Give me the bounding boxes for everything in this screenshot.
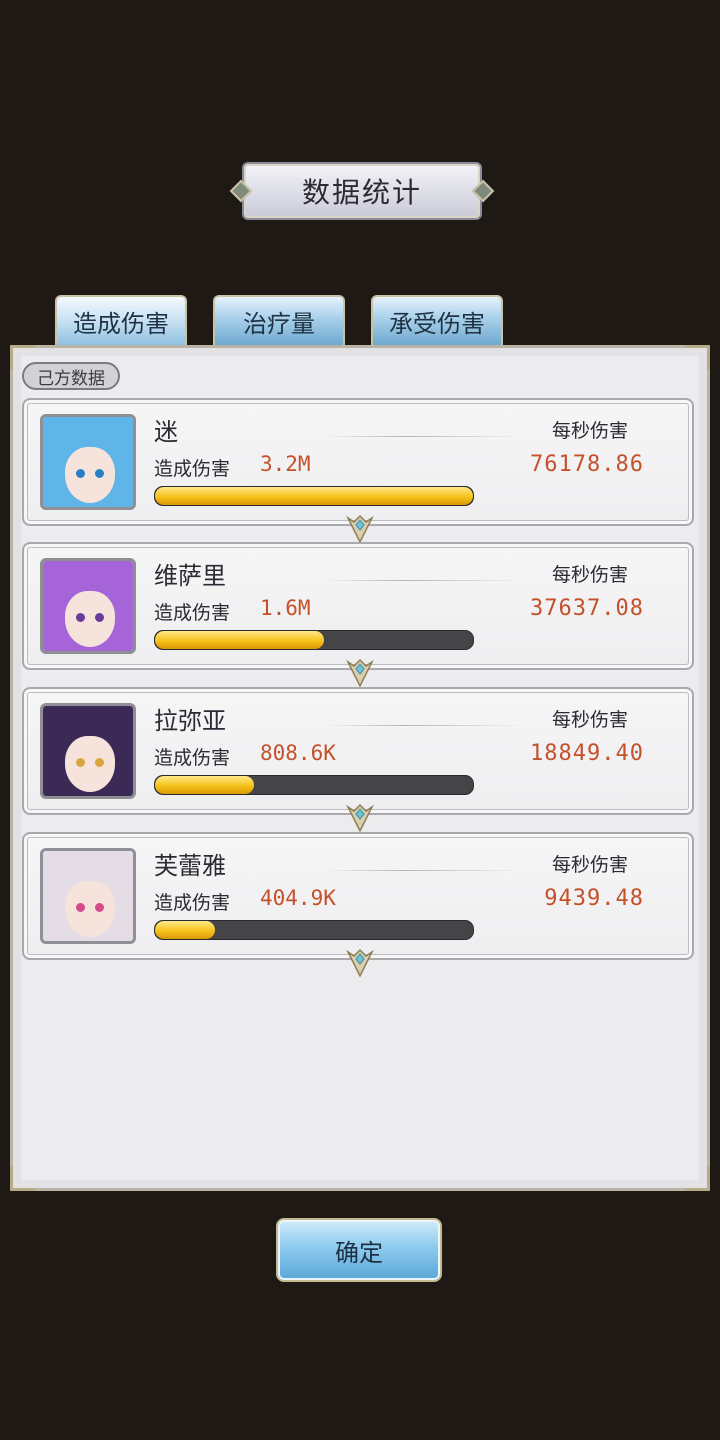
damage-progress-fill [155, 776, 254, 794]
damage-dealt-value: 1.6M [260, 596, 311, 620]
hero-portrait-face [65, 591, 115, 647]
hero-stat-card: 迷 造成伤害 3.2M 每秒伤害 76178.86 [22, 398, 694, 544]
hero-stat-card: 维萨里 造成伤害 1.6M 每秒伤害 37637.08 [22, 542, 694, 688]
hero-stat-card: 拉弥亚 造成伤害 808.6K 每秒伤害 18849.40 [22, 687, 694, 833]
hero-name: 拉弥亚 [154, 707, 226, 735]
dps-label: 每秒伤害 [552, 420, 629, 442]
section-label-ally-data: 己方数据 [22, 362, 120, 390]
damage-progress-fill [155, 487, 473, 505]
page-title: 数据统计 [301, 176, 422, 209]
dps-value: 18849.40 [530, 741, 644, 766]
damage-dealt-label: 造成伤害 [154, 602, 231, 624]
hero-portrait-eye [76, 758, 85, 767]
dps-value: 76178.86 [530, 452, 644, 477]
gem-ornament-icon [346, 803, 374, 833]
card-divider [324, 725, 524, 726]
hero-name: 维萨里 [154, 562, 226, 590]
hero-portrait-eye [95, 758, 104, 767]
hero-portrait-eye [76, 469, 85, 478]
card-divider [324, 436, 524, 437]
hero-avatar [40, 414, 136, 510]
tab-damage-dealt[interactable]: 造成伤害 [55, 295, 187, 345]
hero-name: 芙蕾雅 [154, 852, 226, 880]
hero-portrait-face [65, 736, 115, 792]
hero-stat-card: 芙蕾雅 造成伤害 404.9K 每秒伤害 9439.48 [22, 832, 694, 978]
tab-damage-taken[interactable]: 承受伤害 [371, 295, 503, 345]
panel-corner-ornament [685, 345, 710, 370]
title-banner: 数据统计 [229, 162, 495, 220]
confirm-button[interactable]: 确定 [276, 1218, 442, 1282]
damage-progress-bar [154, 920, 474, 940]
panel-corner-ornament [685, 1166, 710, 1191]
damage-dealt-label: 造成伤害 [154, 458, 231, 480]
hero-portrait-face [65, 447, 115, 503]
damage-dealt-value: 3.2M [260, 452, 311, 476]
hero-portrait-eye [95, 469, 104, 478]
damage-dealt-label: 造成伤害 [154, 747, 231, 769]
dps-label: 每秒伤害 [552, 709, 629, 731]
tab-healing[interactable]: 治疗量 [213, 295, 345, 345]
card-divider [324, 870, 524, 871]
dps-value: 37637.08 [530, 596, 644, 621]
panel-corner-ornament [10, 1166, 35, 1191]
dps-label: 每秒伤害 [552, 564, 629, 586]
hero-portrait-eye [76, 903, 85, 912]
hero-name: 迷 [154, 418, 178, 446]
hero-portrait-eye [95, 613, 104, 622]
hero-avatar [40, 558, 136, 654]
damage-progress-bar [154, 630, 474, 650]
dps-value: 9439.48 [544, 886, 644, 911]
banner-ornament-right [471, 179, 495, 203]
damage-dealt-value: 404.9K [260, 886, 336, 910]
gem-ornament-icon [346, 948, 374, 978]
damage-progress-fill [155, 631, 324, 649]
gem-ornament-icon [346, 514, 374, 544]
damage-progress-bar [154, 486, 474, 506]
gem-ornament-icon [346, 658, 374, 688]
damage-progress-fill [155, 921, 216, 939]
damage-dealt-label: 造成伤害 [154, 892, 231, 914]
damage-dealt-value: 808.6K [260, 741, 336, 765]
card-divider [324, 580, 524, 581]
hero-portrait-eye [76, 613, 85, 622]
dps-label: 每秒伤害 [552, 854, 629, 876]
hero-avatar [40, 848, 136, 944]
banner-ornament-left [229, 179, 253, 203]
hero-avatar [40, 703, 136, 799]
damage-progress-bar [154, 775, 474, 795]
hero-portrait-eye [95, 903, 104, 912]
hero-portrait-face [65, 881, 115, 937]
